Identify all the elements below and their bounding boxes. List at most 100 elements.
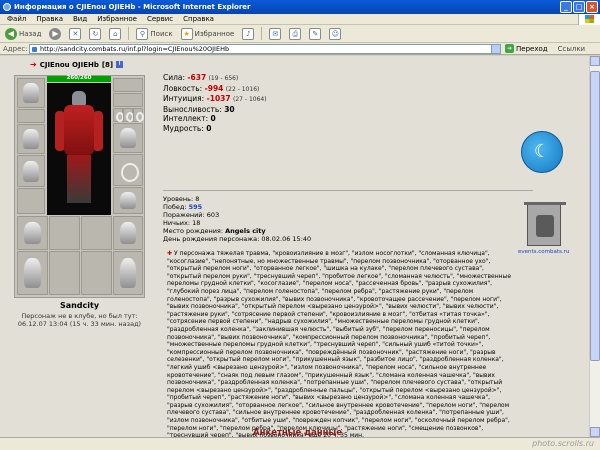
warrior-body (64, 105, 94, 155)
inventory-slot[interactable] (17, 251, 48, 295)
back-arrow-icon: ◀ (5, 27, 17, 40)
scroll-thumb[interactable] (590, 71, 600, 361)
stat-wisdom: Мудрость: 0 (163, 124, 267, 134)
search-button[interactable]: ⚲ Поиск (133, 26, 175, 41)
info-label: Ничьих: (163, 219, 191, 227)
stat-value: -994 (204, 83, 224, 93)
ring1-slot[interactable] (113, 108, 124, 122)
character-portrait (47, 83, 111, 215)
toolbar: ◀ Назад ▶ ✕ ↻ ⌂ ⚲ Поиск ★ Избранное ♪ ✉ … (0, 25, 600, 43)
refresh-button[interactable]: ↻ (86, 26, 104, 41)
inventory-slot[interactable] (49, 216, 80, 250)
minimize-button[interactable]: _ (560, 1, 572, 13)
stat-intuition: Интуиция: -1037 (27 - 1064) (163, 94, 267, 105)
inventory-slot[interactable] (17, 216, 48, 250)
inventory-slot[interactable] (49, 251, 80, 295)
home-icon: ⌂ (109, 27, 122, 40)
stat-label: Мудрость: (163, 123, 204, 133)
menu-edit[interactable]: Правка (31, 15, 68, 23)
weapon-slot[interactable] (17, 124, 45, 154)
menu-view[interactable]: Вид (68, 15, 92, 23)
media-button[interactable]: ♪ (239, 26, 257, 41)
private-arrow-icon[interactable]: ➔ (30, 60, 37, 69)
stat-label: Ловкость: (163, 83, 203, 93)
clan-banner-icon[interactable] (524, 202, 566, 246)
character-status: Персонаж не в клубе, но был тут: 06.12.0… (14, 312, 145, 328)
menu-help[interactable]: Справка (178, 15, 219, 23)
back-label: Назад (19, 29, 42, 38)
mail-button[interactable]: ✉ (266, 26, 284, 41)
info-level: Уровень: 8 (163, 195, 311, 203)
hp-text: 260/260 (66, 75, 92, 81)
earrings-slot[interactable] (113, 78, 143, 92)
info-wins: Побед: 595 (163, 203, 311, 211)
mail-icon: ✉ (269, 27, 282, 40)
shield-slot[interactable] (113, 154, 143, 186)
info-icon[interactable]: i (116, 61, 124, 68)
ring2-slot[interactable] (123, 108, 134, 122)
back-button[interactable]: ◀ Назад (2, 26, 44, 41)
forward-arrow-icon: ▶ (49, 27, 62, 40)
menu-favorites[interactable]: Избранное (92, 15, 142, 23)
refresh-icon: ↻ (89, 27, 102, 40)
info-label: Поражений: (163, 211, 205, 219)
character-level: [8] (101, 60, 114, 69)
boots-slot[interactable] (113, 187, 143, 214)
stop-button[interactable]: ✕ (66, 26, 84, 41)
alignment-emblem-icon[interactable]: ☾ (521, 131, 563, 173)
stat-label: Интеллект: (163, 114, 209, 123)
warrior-legs (67, 155, 91, 203)
vertical-scrollbar[interactable] (589, 56, 600, 437)
window-titlebar: Информация о CJIEnou OJIEHb - Microsoft … (0, 0, 600, 14)
stat-value: -1037 (206, 94, 231, 103)
clan-link[interactable]: events.combats.ru (518, 249, 569, 255)
links-button[interactable]: Ссылки (558, 45, 586, 53)
info-label: Побед: (163, 203, 187, 211)
window-title: Информация о CJIEnou OJIEHb - Microsoft … (14, 3, 251, 11)
info-value: 8 (195, 195, 200, 203)
go-arrow-icon: ➜ (505, 44, 514, 53)
print-button[interactable]: ⎙ (286, 26, 304, 41)
status-bar: photo.scrolls.ru (0, 437, 600, 450)
injury-icon: ✚ (167, 250, 173, 257)
info-value: 18 (192, 219, 201, 227)
warrior-right-arm (93, 111, 103, 151)
stat-strength: Сила: -637 (19 - 656) (163, 73, 267, 84)
info-value: Angels city (225, 227, 266, 235)
menu-tools[interactable]: Сервис (142, 15, 178, 23)
info-value: 603 (206, 211, 220, 219)
maximize-button[interactable]: □ (573, 1, 585, 13)
inventory-slot[interactable] (81, 216, 112, 250)
info-label: День рождения персонажа: (163, 235, 260, 243)
amulet-slot[interactable] (113, 93, 143, 107)
info-draws: Ничьих: 18 (163, 219, 311, 227)
bracers-slot[interactable] (17, 109, 45, 123)
go-button[interactable]: ➜ Переход (505, 44, 548, 53)
messenger-icon: ☺ (329, 27, 342, 40)
home-button[interactable]: ⌂ (106, 26, 124, 41)
edit-button[interactable]: ✎ (306, 26, 324, 41)
messenger-button[interactable]: ☺ (326, 26, 344, 41)
belt-slot[interactable] (17, 188, 45, 214)
favorites-button[interactable]: ★ Избранное (178, 26, 238, 41)
scroll-down-arrow[interactable] (590, 427, 600, 437)
gloves-slot[interactable] (113, 123, 143, 153)
stat-range: (27 - 1064) (233, 96, 267, 103)
inventory-slot[interactable] (113, 251, 143, 295)
close-button[interactable]: × (586, 1, 598, 13)
stat-endurance: Выносливость: 30 (163, 105, 267, 115)
info-value: 595 (188, 203, 203, 211)
info-birthday: День рождения персонажа: 08.02.06 15:40 (163, 235, 311, 243)
forward-button[interactable]: ▶ (46, 26, 64, 41)
armor-slot[interactable] (17, 155, 45, 187)
inventory-slot[interactable] (81, 251, 112, 295)
go-label: Переход (516, 44, 548, 53)
stat-label: Интуиция: (163, 94, 205, 103)
inventory-slot[interactable] (113, 216, 143, 250)
menu-file[interactable]: Файл (2, 15, 31, 23)
ring3-slot[interactable] (133, 108, 144, 122)
address-dropdown-icon[interactable] (491, 44, 500, 53)
address-input[interactable]: http://sandcity.combats.ru/inf.pl?login=… (29, 43, 501, 54)
helmet-slot[interactable] (17, 78, 45, 108)
scroll-up-arrow[interactable] (590, 56, 600, 66)
